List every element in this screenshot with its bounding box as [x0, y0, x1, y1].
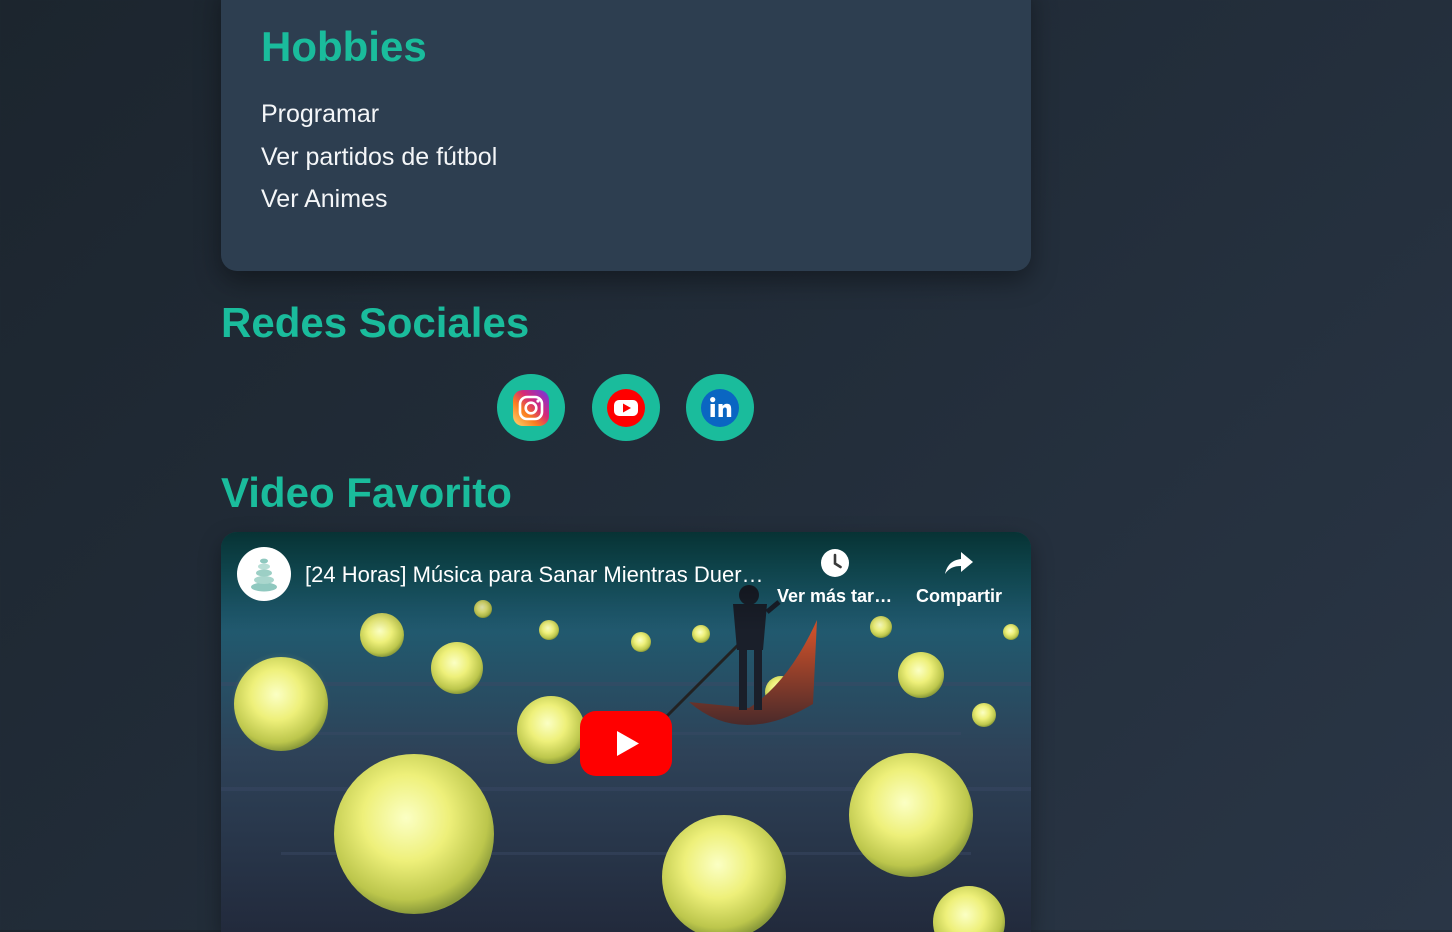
video-title-link[interactable]: [24 Horas] Música para Sanar Mientras Du… [305, 562, 775, 588]
social-section-title: Redes Sociales [221, 299, 530, 346]
linkedin-icon [701, 389, 739, 427]
youtube-play-icon[interactable] [580, 711, 672, 776]
hobbies-title: Hobbies [261, 23, 427, 70]
hobby-item: Ver Animes [261, 185, 388, 213]
share-label: Compartir [915, 586, 1002, 606]
share-arrow-icon [945, 552, 973, 574]
watch-later-button[interactable]: Ver más tarde [777, 548, 893, 607]
youtube-icon [607, 389, 645, 427]
hobby-item: Programar [261, 100, 380, 128]
channel-avatar[interactable] [237, 547, 291, 601]
stones-logo-icon [251, 558, 277, 592]
hobbies-list: Programar Ver partidos de fútbol Ver Ani… [261, 102, 497, 230]
linkedin-link[interactable] [686, 374, 754, 441]
clock-icon [821, 549, 849, 577]
social-links [497, 374, 755, 441]
hobbies-card: Hobbies Programar Ver partidos de fútbol… [221, 0, 1031, 271]
instagram-link[interactable] [497, 374, 565, 441]
watch-later-label: Ver más tarde [777, 586, 893, 606]
youtube-embed[interactable]: [24 Horas] Música para Sanar Mientras Du… [221, 532, 1031, 932]
hobby-item: Ver partidos de fútbol [261, 142, 498, 171]
share-button[interactable]: Compartir [911, 548, 1007, 607]
youtube-link[interactable] [592, 374, 660, 441]
instagram-icon [513, 390, 549, 426]
video-section-title: Video Favorito [221, 469, 512, 516]
